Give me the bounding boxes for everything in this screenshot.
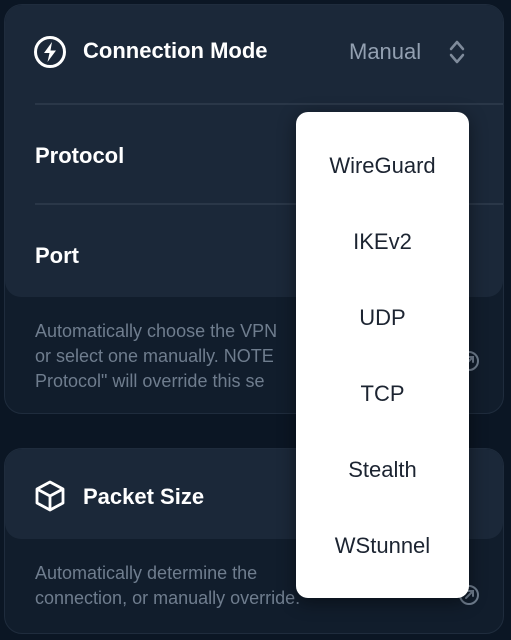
description-line: Automatically choose the VPN <box>35 321 278 341</box>
menu-item-wireguard[interactable]: WireGuard <box>296 144 469 188</box>
menu-item-stealth[interactable]: Stealth <box>296 448 469 492</box>
menu-item-wstunnel[interactable]: WStunnel <box>296 524 469 568</box>
menu-item-ikev2[interactable]: IKEv2 <box>296 220 469 264</box>
connection-mode-description: Automatically choose the VPN or select o… <box>35 319 277 394</box>
menu-item-tcp[interactable]: TCP <box>296 372 469 416</box>
connection-mode-title: Connection Mode <box>83 38 268 63</box>
connection-mode-row[interactable]: Connection Mode Manual <box>5 23 503 79</box>
protocol-dropdown-menu: WireGuard IKEv2 UDP TCP Stealth WStunnel <box>296 112 469 598</box>
description-line: Protocol" will override this se <box>35 371 265 391</box>
menu-item-udp[interactable]: UDP <box>296 296 469 340</box>
up-down-chevron-icon[interactable] <box>445 35 469 69</box>
packet-size-description: Automatically determine the connection, … <box>35 561 300 611</box>
protocol-label: Protocol <box>35 143 125 168</box>
port-label: Port <box>35 243 79 268</box>
cube-icon <box>33 479 67 513</box>
lightning-bolt-icon <box>33 35 67 69</box>
packet-size-title: Packet Size <box>83 484 205 509</box>
divider <box>35 103 503 105</box>
description-line: or select one manually. NOTE <box>35 346 274 366</box>
connection-mode-value[interactable]: Manual <box>349 39 421 65</box>
description-line: Automatically determine the <box>35 563 258 583</box>
description-line: connection, or manually override. <box>35 588 301 608</box>
